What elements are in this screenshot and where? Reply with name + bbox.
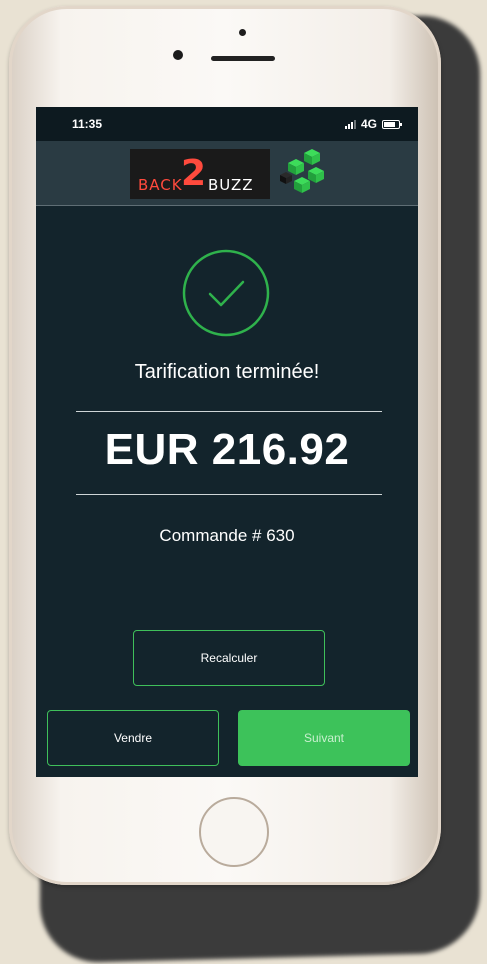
order-number: Commande # 630 — [159, 526, 295, 545]
app-screen: 11:35 4G BACK 2 BUZZ Tarification termin… — [36, 107, 418, 777]
brand-logo: BACK 2 BUZZ — [130, 149, 270, 199]
price-amount: EUR 216.92 — [104, 425, 350, 474]
app-header: BACK 2 BUZZ — [36, 141, 418, 206]
logo-two-text: 2 — [181, 153, 207, 194]
recalculate-button[interactable]: Recalculer — [133, 630, 325, 686]
divider-bottom — [76, 494, 382, 495]
sell-button[interactable]: Vendre — [47, 710, 219, 766]
status-bar: 11:35 4G — [36, 107, 418, 141]
cube-logo-icon — [280, 149, 324, 193]
signal-icon — [344, 119, 356, 129]
status-indicators: 4G — [344, 117, 402, 131]
next-button[interactable]: Suivant — [238, 710, 410, 766]
earpiece-speaker — [211, 56, 275, 61]
status-time: 11:35 — [72, 117, 103, 131]
battery-icon — [382, 119, 402, 129]
network-type: 4G — [360, 117, 377, 131]
logo-buzz-text: BUZZ — [208, 176, 254, 194]
proximity-sensor — [239, 29, 246, 36]
logo-back-text: BACK — [138, 176, 183, 194]
home-button[interactable] — [199, 797, 269, 867]
check-circle-icon — [182, 249, 270, 337]
result-title: Tarification terminée! — [134, 361, 320, 383]
divider-top — [76, 411, 382, 412]
front-camera-icon — [173, 50, 183, 60]
